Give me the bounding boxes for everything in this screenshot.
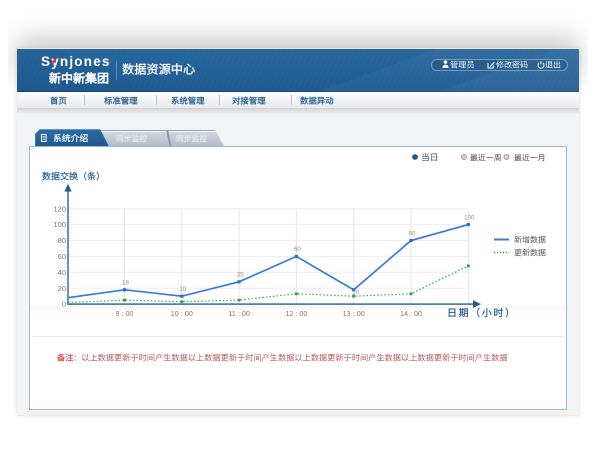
svg-text:100: 100 [464,214,475,221]
svg-text:13 : 00: 13 : 00 [343,309,365,318]
svg-text:60: 60 [294,246,301,253]
svg-text:10: 10 [179,286,186,293]
svg-text:80: 80 [58,236,66,245]
svg-text:35: 35 [237,272,244,279]
svg-text:40: 40 [58,268,66,277]
svg-text:10 : 00: 10 : 00 [171,309,193,318]
svg-text:11 : 00: 11 : 00 [228,309,250,318]
svg-text:100: 100 [53,220,66,229]
svg-text:9 : 00: 9 : 00 [115,309,133,318]
svg-text:60: 60 [58,252,66,261]
svg-text:120: 120 [53,204,66,213]
svg-text:18: 18 [122,280,129,287]
svg-text:10: 10 [352,289,359,296]
svg-text:12 : 00: 12 : 00 [285,309,307,318]
svg-text:0: 0 [62,300,66,309]
svg-text:80: 80 [409,230,416,237]
svg-text:20: 20 [58,284,66,293]
svg-text:14 : 00: 14 : 00 [400,309,422,318]
